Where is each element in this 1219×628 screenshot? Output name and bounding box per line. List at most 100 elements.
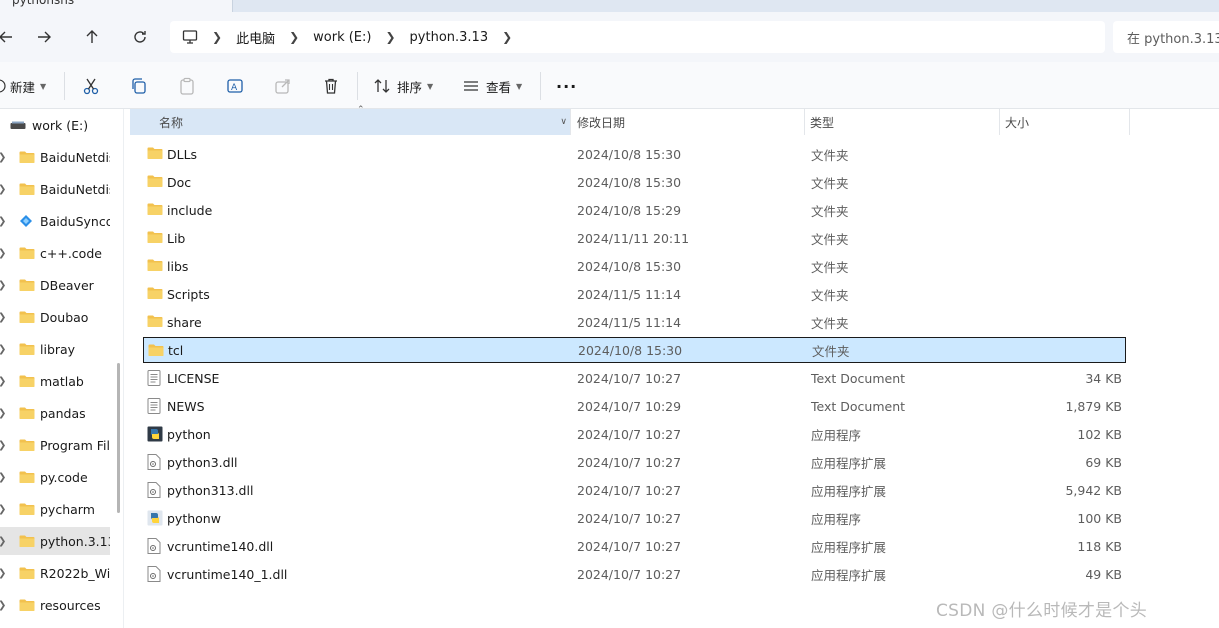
- up-button[interactable]: [78, 23, 106, 51]
- chevron-right-icon[interactable]: ❯: [0, 600, 6, 611]
- sidebar-item[interactable]: ❯ py.code: [0, 463, 110, 491]
- table-row[interactable]: python313.dll 2024/10/7 10:27 应用程序扩展 5,942 …: [143, 477, 1126, 503]
- refresh-button[interactable]: [126, 23, 154, 51]
- folder-icon: [19, 471, 35, 483]
- table-row[interactable]: python3.dll 2024/10/7 10:27 应用程序扩展 69 KB: [143, 449, 1126, 475]
- column-header-name[interactable]: ⌃ 名称 ∨: [130, 105, 571, 135]
- more-options-button[interactable]: ···: [556, 72, 577, 100]
- sidebar-item[interactable]: ❯ pandas: [0, 399, 110, 427]
- breadcrumb-this-pc[interactable]: 此电脑: [236, 28, 275, 47]
- tab-current[interactable]: pythonsns: [0, 0, 232, 12]
- sidebar-item[interactable]: ❯ DBeaver: [0, 271, 110, 299]
- sidebar-item[interactable]: ❯ c++.code: [0, 239, 110, 267]
- chevron-right-icon[interactable]: ❯: [0, 472, 6, 483]
- chevron-right-icon[interactable]: ❯: [0, 184, 6, 195]
- chevron-right-icon[interactable]: ❯: [0, 376, 6, 387]
- copy-button[interactable]: [130, 72, 148, 100]
- table-row[interactable]: libs 2024/10/8 15:30 文件夹: [143, 253, 1126, 279]
- sidebar-scrollbar[interactable]: [117, 363, 120, 513]
- chevron-right-icon[interactable]: ❯: [0, 440, 6, 451]
- sidebar-item[interactable]: ❯ BaiduSyncd: [0, 207, 110, 235]
- search-input[interactable]: 在 python.3.13: [1113, 21, 1219, 53]
- file-name: python313.dll: [167, 482, 254, 498]
- column-header-type[interactable]: 类型: [805, 109, 1000, 135]
- folder-icon: [19, 279, 35, 291]
- file-size: 1,879 KB: [1065, 398, 1122, 414]
- table-row[interactable]: share 2024/11/5 11:14 文件夹: [143, 309, 1126, 335]
- sidebar-item[interactable]: ❯ Program Fil: [0, 431, 110, 459]
- table-row[interactable]: Scripts 2024/11/5 11:14 文件夹: [143, 281, 1126, 307]
- paste-button[interactable]: [178, 72, 196, 100]
- chevron-right-icon[interactable]: ❯: [289, 30, 299, 44]
- sidebar-item[interactable]: ❯ libray: [0, 335, 110, 363]
- chevron-right-icon[interactable]: ❯: [502, 30, 512, 44]
- table-row[interactable]: vcruntime140_1.dll 2024/10/7 10:27 应用程序扩展 4…: [143, 561, 1126, 587]
- sidebar-item[interactable]: ❯ python.3.13: [0, 527, 110, 555]
- file-type: 应用程序: [811, 511, 862, 527]
- column-header-size-label: 大小: [1005, 115, 1030, 130]
- file-list: ⌃ 名称 ∨ 修改日期 类型 大小 DLLs 2024/10/8 15:30 文件夹…: [125, 105, 1219, 628]
- back-button[interactable]: [0, 23, 20, 51]
- file-icon: [147, 174, 163, 191]
- file-icon: [147, 230, 163, 247]
- chevron-right-icon[interactable]: ❯: [385, 30, 395, 44]
- table-row[interactable]: NEWS 2024/10/7 10:29 Text Document 1,879 KB: [143, 393, 1126, 419]
- breadcrumb-python-folder[interactable]: python.3.13: [410, 30, 489, 45]
- sidebar-item[interactable]: ❯ BaiduNetdis: [0, 175, 110, 203]
- table-row[interactable]: LICENSE 2024/10/7 10:27 Text Document 34 KB: [143, 365, 1126, 391]
- sidebar-item[interactable]: ❯ resources: [0, 591, 110, 619]
- rename-button[interactable]: A: [226, 72, 244, 100]
- chevron-right-icon[interactable]: ❯: [0, 408, 6, 419]
- table-row[interactable]: vcruntime140.dll 2024/10/7 10:27 应用程序扩展 118…: [143, 533, 1126, 559]
- chevron-right-icon[interactable]: ❯: [212, 30, 222, 44]
- chevron-right-icon[interactable]: ❯: [0, 568, 6, 579]
- sidebar-item-icon: [19, 406, 35, 423]
- chevron-right-icon[interactable]: ❯: [0, 216, 6, 227]
- column-header-size[interactable]: 大小: [1000, 109, 1130, 135]
- table-row[interactable]: include 2024/10/8 15:29 文件夹: [143, 197, 1126, 223]
- cut-button[interactable]: [82, 72, 100, 100]
- table-row[interactable]: tcl 2024/10/8 15:30 文件夹: [143, 337, 1126, 363]
- view-button[interactable]: 查看 ▼: [462, 72, 522, 100]
- sidebar-item-work-drive[interactable]: work (E:): [0, 111, 110, 139]
- sidebar-item[interactable]: ❯ pycharm: [0, 495, 110, 523]
- table-row[interactable]: DLLs 2024/10/8 15:30 文件夹: [143, 141, 1126, 167]
- table-row[interactable]: pythonw 2024/10/7 10:27 应用程序 100 KB: [143, 505, 1126, 531]
- file-name: Lib: [167, 230, 186, 246]
- column-header-date[interactable]: 修改日期: [571, 109, 805, 135]
- table-row[interactable]: python 2024/10/7 10:27 应用程序 102 KB: [143, 421, 1126, 447]
- sort-button[interactable]: 排序 ▼: [373, 72, 433, 100]
- new-button[interactable]: 新建 ▼: [0, 72, 46, 100]
- table-row[interactable]: Doc 2024/10/8 15:30 文件夹: [143, 169, 1126, 195]
- clipboard-icon: [180, 77, 194, 95]
- chevron-right-icon[interactable]: ❯: [0, 152, 6, 163]
- chevron-right-icon[interactable]: ❯: [0, 344, 6, 355]
- arrow-right-icon: [38, 31, 51, 43]
- sidebar-item[interactable]: ❯ Doubao: [0, 303, 110, 331]
- forward-button[interactable]: [30, 23, 58, 51]
- chevron-right-icon[interactable]: ❯: [0, 536, 6, 547]
- chevron-right-icon[interactable]: ❯: [0, 280, 6, 291]
- file-type: 应用程序扩展: [811, 483, 887, 499]
- file-icon: [147, 454, 161, 473]
- sidebar-item[interactable]: ❯ R2022b_Wir: [0, 559, 110, 587]
- refresh-icon: [134, 31, 146, 43]
- python-app-icon: [147, 510, 163, 526]
- folder-icon: [147, 287, 163, 299]
- share-button[interactable]: [274, 72, 292, 100]
- sidebar-item-label: pycharm: [40, 501, 95, 517]
- chevron-down-icon[interactable]: ∨: [560, 117, 567, 127]
- chevron-right-icon[interactable]: ❯: [0, 248, 6, 259]
- file-name: LICENSE: [167, 370, 220, 386]
- file-size: 118 KB: [1077, 538, 1122, 554]
- tab-strip-empty: [232, 0, 1219, 12]
- breadcrumb-work-drive[interactable]: work (E:): [313, 30, 371, 45]
- address-bar[interactable]: ❯ 此电脑 ❯ work (E:) ❯ python.3.13 ❯: [170, 21, 1105, 53]
- chevron-right-icon[interactable]: ❯: [0, 312, 6, 323]
- delete-button[interactable]: [322, 72, 340, 100]
- sidebar-item[interactable]: ❯ BaiduNetdis: [0, 143, 110, 171]
- tab-strip: pythonsns: [0, 0, 1219, 12]
- sidebar-item[interactable]: ❯ matlab: [0, 367, 110, 395]
- chevron-right-icon[interactable]: ❯: [0, 504, 6, 515]
- table-row[interactable]: Lib 2024/11/11 20:11 文件夹: [143, 225, 1126, 251]
